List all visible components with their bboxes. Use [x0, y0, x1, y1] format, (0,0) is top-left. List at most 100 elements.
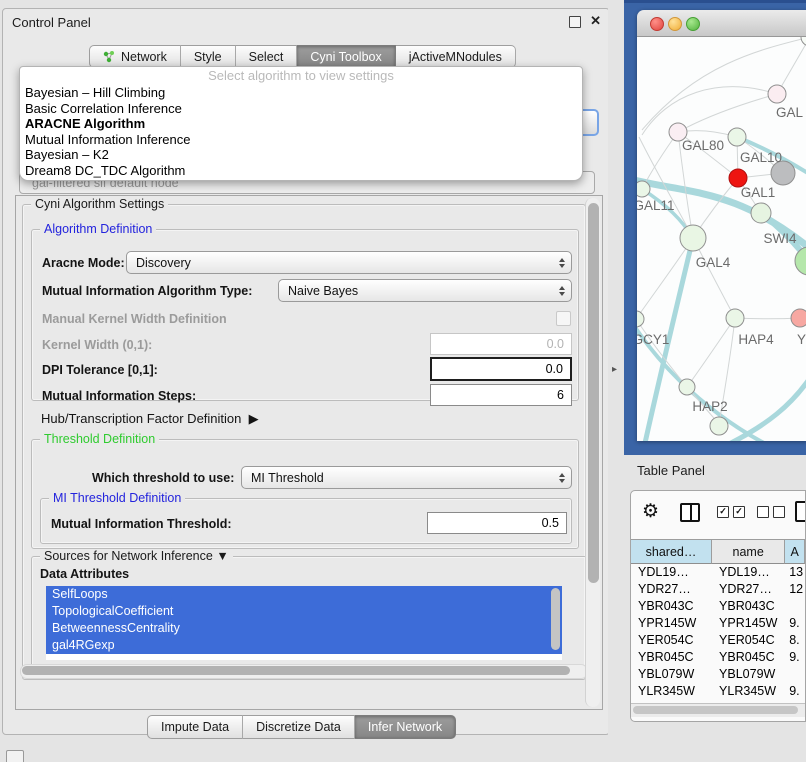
table-row[interactable]: YBL079W YBL079W	[631, 666, 805, 683]
mi-threshold-label: Mutual Information Threshold:	[51, 517, 232, 531]
app-root: Control Panel ✕ Network Style Select Cyn…	[0, 0, 806, 762]
sources-group: Sources for Network Inference ▼ Data Att…	[31, 556, 587, 670]
which-threshold-combo[interactable]: MI Threshold	[241, 466, 572, 489]
tab-infer-network[interactable]: Infer Network	[355, 715, 456, 739]
table-settings-gear-icon[interactable]: ⚙	[642, 500, 659, 523]
svg-text:GAL10: GAL10	[740, 150, 782, 165]
table-panel-title: Table Panel	[637, 463, 705, 478]
column-header-partial[interactable]: A	[785, 539, 805, 564]
mi-type-label: Mutual Information Algorithm Type:	[42, 284, 252, 298]
manual-kernel-checkbox[interactable]	[556, 311, 571, 326]
tab-discretize-data[interactable]: Discretize Data	[243, 715, 355, 739]
algorithm-option[interactable]: Bayesian – K2	[20, 147, 582, 163]
table-row[interactable]: YBR043C YBR043C	[631, 598, 805, 615]
select-all-checkbox-icon[interactable]: ✓	[717, 506, 729, 518]
deselect-all-checkbox-icon[interactable]	[773, 506, 785, 518]
svg-text:SWI4: SWI4	[763, 231, 796, 246]
tab-cyni-toolbox[interactable]: Cyni Toolbox	[297, 45, 395, 68]
network-node-gal4[interactable]	[680, 225, 706, 251]
network-node[interactable]	[801, 37, 806, 46]
new-column-icon[interactable]	[795, 501, 806, 522]
dpi-tolerance-field[interactable]: 0.0	[430, 357, 572, 381]
tab-jactivemnodules[interactable]: jActiveMNodules	[396, 45, 516, 68]
data-attributes-list: SelfLoops TopologicalCoefficient Between…	[46, 586, 562, 660]
algorithm-option-selected[interactable]: ARACNE Algorithm	[20, 116, 582, 132]
algorithm-definition-group: Algorithm Definition Aracne Mode: Discov…	[31, 229, 579, 401]
attribute-item[interactable]: TopologicalCoefficient	[46, 603, 562, 620]
control-panel-titlebar: Control Panel ✕	[3, 9, 609, 37]
list-scrollbar[interactable]	[551, 588, 560, 650]
network-window-titlebar[interactable]	[637, 10, 806, 37]
combo-arrows-icon	[559, 473, 565, 483]
aracne-mode-combo[interactable]: Discovery	[126, 251, 572, 274]
attribute-item[interactable]: gal4RGexp	[46, 637, 562, 654]
network-node-gal11[interactable]	[637, 181, 650, 197]
network-node[interactable]	[791, 309, 806, 327]
table-row[interactable]: YBR045C YBR045C 9.	[631, 649, 805, 666]
zoom-window-icon[interactable]	[686, 17, 700, 31]
tab-impute-data[interactable]: Impute Data	[147, 715, 243, 739]
table-row[interactable]: YPR145W YPR145W 9.	[631, 615, 805, 632]
column-header-name[interactable]: name	[712, 539, 785, 564]
table-row[interactable]: YER054C YER054C 8.	[631, 632, 805, 649]
tab-style[interactable]: Style	[181, 45, 236, 68]
hidden-panel-grip[interactable]	[6, 750, 24, 762]
tab-network[interactable]: Network	[89, 45, 181, 68]
algorithm-option[interactable]: Dream8 DC_TDC Algorithm	[20, 163, 582, 179]
threshold-definition-group: Threshold Definition Which threshold to …	[31, 439, 579, 549]
minimize-window-icon[interactable]	[668, 17, 682, 31]
mi-steps-field[interactable]: 6	[430, 384, 572, 406]
algorithm-option[interactable]: Basic Correlation Inference	[20, 101, 582, 117]
deselect-all-checkbox-icon[interactable]	[757, 506, 769, 518]
aracne-mode-label: Aracne Mode:	[42, 256, 125, 270]
network-node-hap2[interactable]	[679, 379, 695, 395]
float-panel-icon[interactable]	[569, 16, 581, 28]
column-chooser-icon[interactable]	[680, 503, 700, 522]
mi-type-combo[interactable]: Naive Bayes	[278, 279, 572, 302]
network-node-hap4[interactable]	[726, 309, 744, 327]
table-row[interactable]: YDR27… YDR27… 12	[631, 581, 805, 598]
manual-kernel-label: Manual Kernel Width Definition	[42, 312, 227, 326]
settings-vscrollbar[interactable]	[585, 198, 600, 707]
svg-text:GAL4: GAL4	[696, 255, 731, 270]
attribute-item[interactable]: SelfLoops	[46, 586, 562, 603]
algorithm-dropdown-list: Select algorithm to view settings Bayesi…	[19, 66, 583, 181]
hub-tf-definition-toggle[interactable]: Hub/Transcription Factor Definition ▶	[41, 411, 259, 427]
algorithm-definition-title: Algorithm Definition	[40, 222, 156, 236]
tab-network-label: Network	[121, 50, 167, 64]
settings-hscrollbar[interactable]	[20, 664, 588, 679]
tab-select[interactable]: Select	[236, 45, 298, 68]
table-header-row: shared… name A	[631, 539, 805, 564]
svg-text:HAP4: HAP4	[738, 332, 774, 347]
attribute-item[interactable]: BetweennessCentrality	[46, 620, 562, 637]
algorithm-option[interactable]: Bayesian – Hill Climbing	[20, 85, 582, 101]
splitter-collapse-icon[interactable]: ▸	[612, 364, 617, 375]
svg-text:GCY1: GCY1	[637, 332, 669, 347]
cyni-algorithm-settings-title: Cyni Algorithm Settings	[31, 197, 168, 211]
table-panel-window: ⚙ ✓ ✓ shared… name A YDL19… YDL19… 13 YD…	[630, 490, 806, 722]
svg-text:GAL1: GAL1	[741, 185, 776, 200]
data-attributes-label: Data Attributes	[40, 567, 129, 581]
control-panel-tabbar: Network Style Select Cyni Toolbox jActiv…	[89, 45, 516, 68]
network-node[interactable]	[768, 85, 786, 103]
table-row[interactable]: YDL19… YDL19… 13	[631, 564, 805, 581]
select-all-checkbox-icon[interactable]: ✓	[733, 506, 745, 518]
network-node-swi4[interactable]	[751, 203, 771, 223]
dpi-tolerance-label: DPI Tolerance [0,1]:	[42, 363, 158, 377]
algorithm-dropdown-placeholder: Select algorithm to view settings	[20, 67, 582, 85]
network-node[interactable]	[710, 417, 728, 435]
table-hscrollbar[interactable]	[631, 703, 805, 717]
network-view-window: GAL GAL80 GAL10 GAL1 GAL11 SWI4 GAL4 GCY…	[637, 10, 806, 441]
network-node[interactable]	[795, 247, 806, 275]
network-canvas[interactable]: GAL GAL80 GAL10 GAL1 GAL11 SWI4 GAL4 GCY…	[637, 37, 806, 441]
network-node-gal10[interactable]	[728, 128, 746, 146]
close-panel-icon[interactable]: ✕	[590, 13, 601, 29]
threshold-definition-title: Threshold Definition	[40, 432, 159, 446]
mi-threshold-field[interactable]: 0.5	[427, 512, 567, 534]
column-header-shared-name[interactable]: shared…	[631, 539, 712, 564]
network-node-gcy1[interactable]	[637, 311, 644, 327]
algorithm-option[interactable]: Mutual Information Inference	[20, 132, 582, 148]
close-window-icon[interactable]	[650, 17, 664, 31]
sources-group-title[interactable]: Sources for Network Inference ▼	[40, 549, 233, 563]
table-row[interactable]: YLR345W YLR345W 9.	[631, 683, 805, 700]
